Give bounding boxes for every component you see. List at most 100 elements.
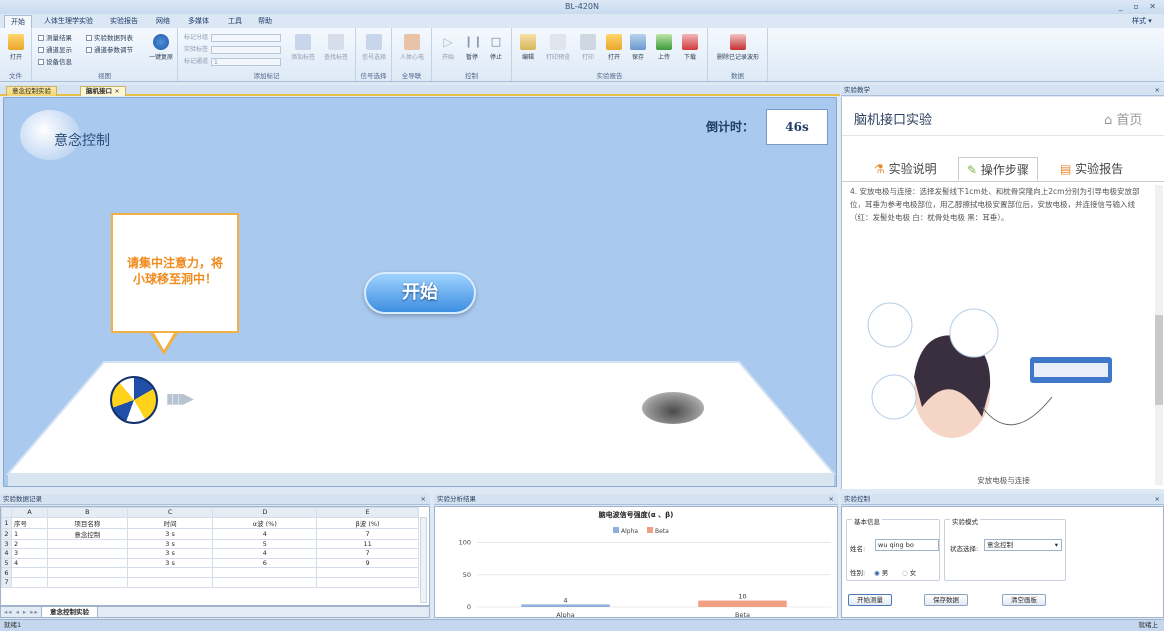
- table-row: 5 4 3 s 6 9: [1, 557, 419, 569]
- edit-button[interactable]: 编辑: [518, 34, 538, 61]
- check-measure[interactable]: 测量结果: [38, 32, 72, 42]
- stop-button[interactable]: □ 停止: [486, 34, 506, 61]
- menu-style[interactable]: 样式 ▾: [1126, 15, 1158, 28]
- download-button[interactable]: 下载: [680, 34, 700, 61]
- close-icon[interactable]: ×: [1155, 494, 1160, 504]
- mode-title: 实验模式: [950, 516, 980, 526]
- check-params[interactable]: 通道参数调节: [86, 44, 133, 54]
- close-icon[interactable]: ×: [114, 87, 119, 95]
- radio-empty-icon: ○: [902, 569, 908, 577]
- chart-title: 脑电波信号强度(α 、β): [599, 510, 674, 519]
- sheet-nav-icons[interactable]: ◂◂ ◂ ▸ ▸▸: [4, 608, 39, 616]
- electrode-figure: [867, 302, 1112, 438]
- menu-multimedia[interactable]: 多媒体: [182, 15, 215, 28]
- game-canvas: 意念控制 倒计时： 46s 请集中注意力，将小球移至洞中！ 开始 ▮▮▮▶: [3, 97, 837, 487]
- data-label: 10: [738, 593, 746, 601]
- human-heart-button[interactable]: 人体心电: [397, 34, 427, 61]
- ribbon: 打开 文件 测量结果 通道显示 设备信息 实验数据列表 通道参数调节 一键复原 …: [0, 28, 1164, 82]
- legend-swatch: [613, 527, 619, 533]
- gender-label: 性别:: [850, 569, 866, 577]
- check-datalist[interactable]: 实验数据列表: [86, 32, 133, 42]
- home-icon: ⌂: [1104, 113, 1113, 128]
- grid-scrollbar[interactable]: [420, 517, 427, 603]
- save-data-button[interactable]: 保存数据: [924, 594, 968, 606]
- analysis-panel-header: 实验分析结果 ×: [434, 494, 838, 505]
- status-right: 就绪上: [1138, 621, 1159, 629]
- data-label: 4: [563, 596, 567, 604]
- close-icon[interactable]: ×: [829, 494, 834, 504]
- one-key-reset-button[interactable]: 一键复原: [146, 34, 176, 61]
- legend-swatch: [647, 527, 653, 533]
- menu-report[interactable]: 实验报告: [104, 15, 144, 28]
- play-icon: ▷: [443, 35, 453, 49]
- group-file: 打开 文件: [0, 28, 32, 81]
- open-report-button[interactable]: 打开: [604, 34, 624, 61]
- tab-report[interactable]: ▤ 实验报告: [1060, 157, 1123, 181]
- x-tick-label: Beta: [735, 611, 750, 617]
- home-link[interactable]: ⌂ 首页: [1104, 109, 1142, 128]
- name-input[interactable]: wu qing bo: [875, 539, 939, 551]
- save-button[interactable]: 保存: [628, 34, 648, 61]
- mark-group-combo[interactable]: 标记分组: [184, 32, 282, 42]
- hint-text: 请集中注意力，将小球移至洞中！: [126, 256, 223, 286]
- delete-waves-button[interactable]: 删除已记录波形: [710, 34, 766, 61]
- state-select[interactable]: 意念控制 ▾: [984, 539, 1062, 551]
- print-button[interactable]: 打印: [578, 34, 598, 61]
- print-preview-button[interactable]: 打印预览: [542, 34, 574, 61]
- open-button[interactable]: 打开: [6, 34, 26, 61]
- tab-steps[interactable]: ✎ 操作步骤: [958, 157, 1038, 181]
- group-signal: 信号选择 信号选择: [356, 28, 392, 81]
- table-row: 4 3 3 s 4 7: [1, 548, 419, 559]
- tab-mind-control[interactable]: 意念控制实验: [6, 86, 57, 96]
- hint-bubble: 请集中注意力，将小球移至洞中！: [111, 213, 239, 333]
- download-icon: [682, 34, 698, 50]
- menu-bar: 开始 人体生理学实验 实验报告 网络 多媒体 工具 帮助 样式 ▾: [0, 14, 1164, 28]
- check-device[interactable]: 设备信息: [38, 56, 72, 66]
- menu-network[interactable]: 网络: [150, 15, 176, 28]
- bar-beta: [698, 600, 787, 607]
- window-controls[interactable]: _ ▫ ✕: [1119, 0, 1160, 14]
- clear-canvas-button[interactable]: 清空画板: [1002, 594, 1046, 606]
- document-tabs: 意念控制实验 脑机接口 ×: [0, 85, 840, 96]
- state-label: 状态选择:: [950, 545, 979, 553]
- close-icon[interactable]: ×: [1155, 85, 1160, 95]
- bar-alpha: [521, 604, 610, 607]
- female-radio[interactable]: ○ 女: [902, 567, 916, 577]
- records-panel-header: 实验数据记录 ×: [0, 494, 430, 505]
- info-icon: [153, 34, 169, 50]
- preview-icon: [550, 34, 566, 50]
- find-mark-button[interactable]: 查找标签: [320, 34, 352, 61]
- check-channel[interactable]: 通道显示: [38, 44, 72, 54]
- pause-button[interactable]: ❙❙ 暂停: [462, 34, 482, 61]
- teach-panel: 脑机接口实验 ⌂ 首页 ⚗ 实验说明 ✎ 操作步骤 ▤ 实验报告 4. 安放电极…: [841, 97, 1164, 489]
- x-tick-label: Alpha: [556, 611, 574, 617]
- y-tick-label: 100: [459, 539, 471, 547]
- tab-description[interactable]: ⚗ 实验说明: [874, 157, 937, 181]
- folder-icon: [606, 34, 622, 50]
- sheet-tab-bar: ◂◂ ◂ ▸ ▸▸ 意念控制实验: [0, 606, 430, 618]
- stop-icon: □: [490, 35, 502, 48]
- close-icon[interactable]: ×: [421, 494, 426, 504]
- scrollbar[interactable]: [1155, 185, 1163, 485]
- sheet-tab[interactable]: 意念控制实验: [41, 607, 98, 618]
- hole-icon: [642, 392, 704, 424]
- start-measure-button[interactable]: 开始测量: [848, 594, 892, 606]
- add-mark-button[interactable]: 添加标签: [288, 34, 318, 61]
- start-button[interactable]: ▷ 开始: [438, 34, 458, 61]
- mark-channel-combo[interactable]: 标记通道 1: [184, 56, 282, 66]
- male-radio[interactable]: ◉ 男: [874, 567, 888, 577]
- menu-help[interactable]: 帮助: [252, 15, 278, 28]
- ball-icon: [110, 376, 158, 424]
- game-start-button[interactable]: 开始: [364, 272, 476, 314]
- menu-tools[interactable]: 工具: [222, 15, 248, 28]
- signal-select-button[interactable]: 信号选择: [359, 34, 389, 61]
- menu-physiology[interactable]: 人体生理学实验: [38, 15, 99, 28]
- mark-label-combo[interactable]: 实验标签: [184, 44, 282, 54]
- group-guide: 人体心电 全导联: [392, 28, 432, 81]
- arrow-right-icon: ▮▮▮▶: [166, 391, 194, 407]
- teach-title: 脑机接口实验: [854, 113, 933, 128]
- tab-bci[interactable]: 脑机接口 ×: [80, 86, 126, 96]
- printer-icon: [580, 34, 596, 50]
- menu-start[interactable]: 开始: [4, 15, 32, 28]
- upload-button[interactable]: 上传: [654, 34, 674, 61]
